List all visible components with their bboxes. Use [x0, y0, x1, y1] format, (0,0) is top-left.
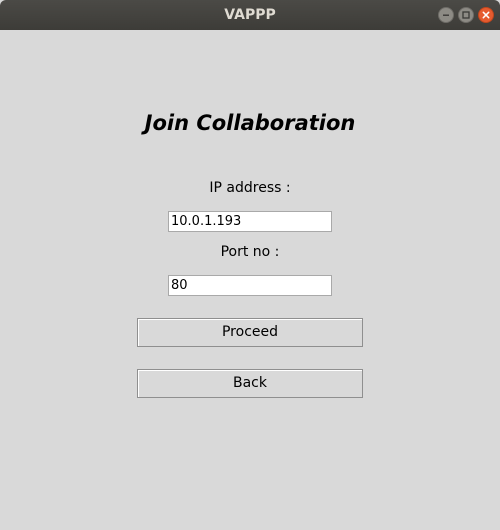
port-field[interactable] — [168, 275, 332, 296]
page-title: Join Collaboration — [144, 111, 356, 135]
close-icon[interactable] — [478, 7, 494, 23]
ip-address-field[interactable] — [168, 211, 332, 232]
proceed-button[interactable]: Proceed — [137, 318, 363, 347]
app-window: VAPPP Join Collaboration IP address : Po… — [0, 0, 500, 530]
minimize-icon[interactable] — [438, 7, 454, 23]
ip-address-label: IP address : — [209, 180, 291, 196]
title-bar[interactable]: VAPPP — [0, 0, 500, 30]
maximize-icon[interactable] — [458, 7, 474, 23]
window-title: VAPPP — [224, 7, 276, 23]
port-label: Port no : — [220, 244, 280, 260]
back-button[interactable]: Back — [137, 369, 363, 398]
